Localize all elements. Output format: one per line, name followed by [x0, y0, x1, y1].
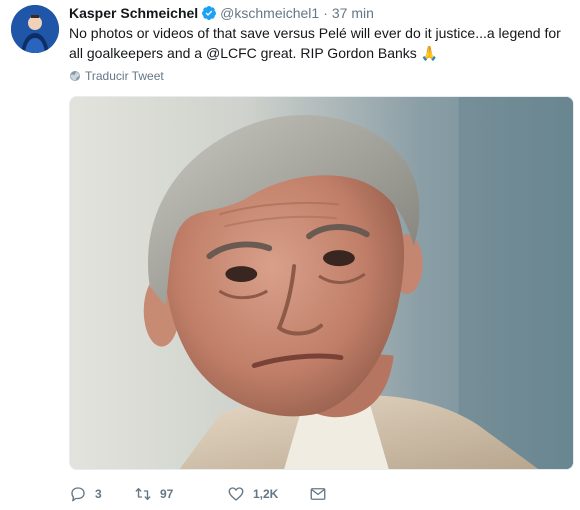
author-name[interactable]: Kasper Schmeichel [69, 5, 198, 21]
avatar-image [11, 5, 59, 53]
portrait-photo-image [70, 97, 573, 469]
reply-button[interactable]: 3 [69, 484, 134, 504]
reply-count: 3 [95, 487, 102, 501]
tweet-photo[interactable] [69, 96, 574, 470]
tweet-timestamp[interactable]: 37 min [332, 5, 374, 21]
verified-badge-icon [201, 5, 217, 21]
heart-icon [228, 487, 244, 501]
retweet-icon [135, 488, 151, 500]
envelope-icon [310, 488, 326, 500]
tweet-header: Kasper Schmeichel @kschmeichel1 · 37 min [69, 4, 374, 22]
reply-icon [71, 487, 85, 502]
separator-dot: · [323, 5, 328, 21]
direct-message-button[interactable] [309, 484, 327, 504]
like-button[interactable]: 1,2K [227, 484, 309, 504]
tweet-actions: 3 97 1,2K [69, 484, 327, 504]
author-handle[interactable]: @kschmeichel1 [220, 5, 319, 21]
translate-label: Traducir Tweet [85, 69, 164, 83]
like-count: 1,2K [253, 487, 279, 501]
globe-icon [70, 71, 80, 81]
tweet-body: No photos or videos of that save versus … [69, 25, 561, 61]
retweet-count: 97 [160, 487, 174, 501]
folded-hands-emoji: 🙏 [420, 45, 439, 61]
tweet-card[interactable]: Kasper Schmeichel @kschmeichel1 · 37 min… [0, 0, 580, 510]
retweet-button[interactable]: 97 [134, 484, 227, 504]
author-avatar[interactable] [11, 5, 59, 53]
tweet-text: No photos or videos of that save versus … [69, 23, 574, 63]
translate-tweet-link[interactable]: Traducir Tweet [69, 68, 164, 84]
